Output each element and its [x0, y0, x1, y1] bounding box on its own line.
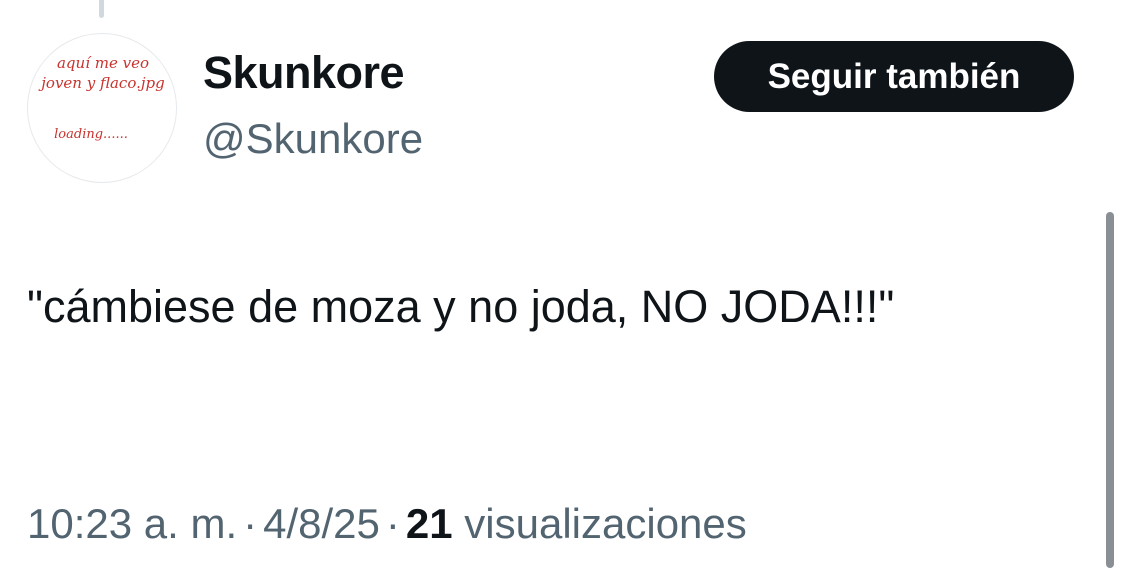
avatar[interactable]: aquí me veo joven y flaco.jpg loading...… — [27, 33, 177, 183]
author-handle[interactable]: @Skunkore — [203, 118, 423, 160]
tweet-text: "cámbiese de moza y no joda, NO JODA!!!" — [27, 281, 895, 332]
avatar-caption-line2: joven y flaco.jpg — [41, 74, 165, 92]
views-label: visualizaciones — [464, 500, 747, 547]
author-display-name[interactable]: Skunkore — [203, 50, 405, 95]
views-count: 21 — [405, 500, 453, 547]
avatar-caption-line3: loading...... — [54, 127, 128, 142]
tweet-time[interactable]: 10:23 a. m. — [27, 500, 237, 547]
tweet-metadata: 10:23 a. m. · 4/8/25 · 21 visualizaciones — [27, 500, 747, 547]
tweet-date[interactable]: 4/8/25 — [263, 500, 380, 547]
follow-back-button[interactable]: Seguir también — [714, 41, 1074, 112]
avatar-caption-line1: aquí me veo — [56, 54, 150, 72]
thread-connector-line — [99, 0, 104, 18]
meta-separator: · — [385, 500, 400, 547]
scrollbar[interactable] — [1106, 212, 1114, 568]
meta-separator: · — [243, 500, 258, 547]
